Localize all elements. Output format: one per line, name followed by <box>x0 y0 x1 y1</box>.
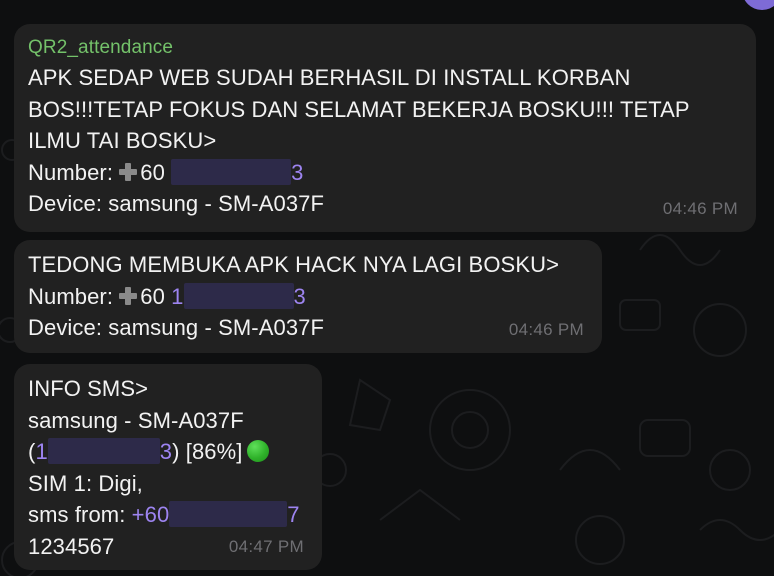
sms-from-label: sms from: <box>28 502 132 527</box>
sms-from-line: sms from: +60 7 <box>28 499 308 531</box>
message-text-line: BOS!!!TETAP FOKUS DAN SELAMAT BEKERJA BO… <box>28 96 690 122</box>
device-line: samsung - SM-A037F <box>28 407 244 433</box>
message-timestamp: 04:47 PM <box>228 536 304 556</box>
message-bubble[interactable]: INFO SMS> samsung - SM-A037F (1 3) [86%] … <box>14 364 322 570</box>
number-line: Number: 60 3 <box>28 157 742 189</box>
phone-link[interactable]: 3 <box>294 284 306 309</box>
number-prefix: 60 <box>140 159 172 185</box>
phone-link[interactable]: 7 <box>287 502 299 527</box>
phone-link[interactable]: 3 <box>160 439 172 464</box>
message-timestamp: 04:46 PM <box>662 198 738 218</box>
battery-line: (1 3) [86%] <box>28 436 308 468</box>
number-label: Number: <box>28 283 120 309</box>
redacted-phone <box>47 438 160 464</box>
phone-link[interactable]: 3 <box>291 160 303 185</box>
number-label: Number: <box>28 159 120 185</box>
plus-icon <box>119 162 138 181</box>
plus-icon <box>119 286 138 305</box>
message-header: INFO SMS> <box>28 376 149 401</box>
sender-name[interactable]: QR2_attendance <box>28 36 742 60</box>
redacted-phone <box>171 158 292 185</box>
phone-link[interactable]: 1 <box>171 284 183 309</box>
message-text-line: APK SEDAP WEB SUDAH BERHASIL DI INSTALL … <box>28 65 631 90</box>
message-bubble[interactable]: TEDONG MEMBUKA APK HACK NYA LAGI BOSKU> … <box>14 240 602 353</box>
number-prefix: 60 <box>140 283 172 309</box>
number-line: Number: 60 1 3 <box>28 281 588 313</box>
device-line: Device: samsung - SM-A037F <box>28 191 325 216</box>
message-text-line: ILMU TAI BOSKU> <box>28 128 217 153</box>
message-bubble[interactable]: QR2_attendance APK SEDAP WEB SUDAH BERHA… <box>14 24 756 232</box>
phone-link[interactable]: 1 <box>35 439 47 464</box>
message-text-line: TEDONG MEMBUKA APK HACK NYA LAGI BOSKU> <box>28 252 560 277</box>
green-circle-icon <box>246 440 269 462</box>
redacted-phone <box>183 282 294 309</box>
phone-link[interactable]: +60 <box>132 502 170 527</box>
sim-line: SIM 1: Digi, <box>28 470 143 496</box>
battery-level: ) [86%] <box>172 439 243 464</box>
device-line: Device: samsung - SM-A037F <box>28 315 325 340</box>
message-timestamp: 04:46 PM <box>508 319 584 339</box>
redacted-phone <box>169 501 288 527</box>
